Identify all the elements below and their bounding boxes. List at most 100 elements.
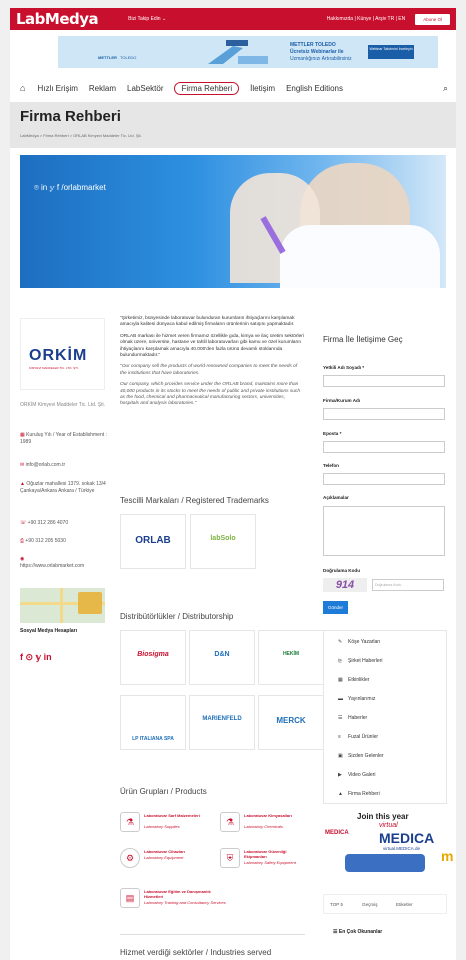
search-icon[interactable]: ⌕ [443, 83, 448, 94]
company-phone[interactable]: ☏ +90 312 286 4070 [20, 520, 108, 527]
trademark-tile[interactable]: ORLAB [120, 514, 186, 569]
nav-item-english-editions[interactable]: English Editions [286, 84, 343, 93]
distributor-tile[interactable]: LP ITALIANA SPA [120, 695, 186, 750]
breadcrumb[interactable]: LabMedya > Firma Rehberi > ORLAB Kimyevi… [20, 133, 142, 138]
nav-item-labsektor[interactable]: LabSektör [127, 84, 163, 93]
main-nav: ⌂ Hızlı Erişim Reklam LabSektör Firma Re… [10, 74, 456, 102]
company-logo-subtitle: KİMYEVİ MADDELER TİC. LTD. ŞTİ. [29, 366, 79, 370]
medica-ad-line2: virtual [379, 822, 398, 829]
nav-item-ads[interactable]: Reklam [89, 84, 116, 93]
product-name-tr: Laboratuvar Güvenliği Ekipmanları [244, 849, 287, 859]
menu-item-label: Yayınlarımız [348, 696, 376, 702]
company-phone-text[interactable]: +90 312 286 4070 [28, 520, 68, 526]
home-icon[interactable]: ⌂ [20, 83, 25, 93]
trademark-tile[interactable]: labSolo [190, 514, 256, 569]
safety-icon: ⛨ [220, 848, 240, 868]
distributor-tile[interactable]: MERCK [258, 695, 324, 750]
menu-item-publications[interactable]: ▬ Yayınlarımız [338, 696, 375, 702]
description-en-2: Our company, which provides service unde… [120, 382, 300, 407]
submit-button[interactable]: Gönder [323, 601, 348, 614]
menu-item-video-gallery[interactable]: ▶ Video Galeri [338, 772, 375, 778]
list-icon: ≡ [338, 734, 341, 740]
tab-top5[interactable]: TOP 5 [330, 902, 343, 907]
menu-item-products[interactable]: ≡ Fuzal Ürünler [338, 734, 378, 740]
ad-brand-2: TOLEDO [120, 55, 137, 60]
menu-item-events[interactable]: ▦ Etkinlikler [338, 677, 369, 683]
banner-ad[interactable]: METTLER TOLEDO METTLER TOLEDO Ücretsiz W… [58, 36, 438, 68]
newspaper-icon: ☰ [338, 715, 343, 721]
subscribe-button[interactable]: Abone Ol [415, 13, 450, 25]
medica-ad-line1: Join this year [357, 812, 409, 821]
ad-brand-1: METTLER [98, 55, 117, 60]
contact-form-title: Firma İle İletişime Geç [323, 335, 403, 344]
menu-item-submissions[interactable]: ▣ Sizden Gelenler [338, 753, 384, 759]
notes-label: Açıklamalar [323, 495, 349, 500]
page-header: Firma Rehberi LabMedya > Firma Rehberi >… [10, 102, 456, 148]
company-map[interactable] [20, 588, 105, 623]
menu-item-columnists[interactable]: ✎ Köşe Yazarları [338, 639, 380, 645]
email-label: Eposta * [323, 431, 342, 436]
distributor-name: LP ITALIANA SPA [132, 736, 174, 742]
distributor-name: D&N [214, 651, 230, 658]
phone-icon: ☏ [20, 520, 28, 526]
name-input[interactable] [323, 375, 445, 387]
notes-textarea[interactable] [323, 506, 445, 556]
company-logo: ORKİM KİMYEVİ MADDELER TİC. LTD. ŞTİ. [20, 318, 105, 390]
company-label: Firma/Kurum Adı [323, 398, 361, 403]
nav-item-quick-access[interactable]: Hızlı Erişim [37, 84, 77, 93]
company-input[interactable] [323, 408, 445, 420]
medica-ad-brand: MEDICA [325, 830, 349, 836]
product-group[interactable]: ⚗ Laboratuvar Sarf Malzemeleri Laboratory … [120, 812, 207, 834]
menu-item-label: Şirket Haberleri [348, 658, 383, 664]
product-name-tr: Laboratuvar Eğitim ve Danışmanlık Hizmet… [144, 889, 211, 899]
product-group[interactable]: ▤ Laboratuvar Eğitim ve Danışmanlık Hizme… [120, 888, 230, 910]
social-icons[interactable]: f ⊙ 𝕪 in [20, 653, 108, 662]
menu-item-news[interactable]: ☰ Haberler [338, 715, 367, 721]
inbox-icon: ▣ [338, 753, 343, 759]
distributor-tile[interactable]: D&N [189, 630, 255, 685]
distributor-tile[interactable]: HEKİM [258, 630, 324, 685]
industries-heading: Hizmet verdiği sektörler / Industries se… [120, 948, 272, 957]
product-group[interactable]: ⚗ Laboratuvar Kimyasalları Laboratory Chem… [220, 812, 307, 834]
product-name-en: Laboratory Supplies [144, 824, 180, 829]
nav-item-contact[interactable]: İletişim [250, 84, 275, 93]
side-menu: ✎ Köşe Yazarları ⊵ Şirket Haberleri ▦ Etkin… [323, 630, 447, 804]
company-website-text[interactable]: https://www.orlabmarket.com [20, 563, 84, 569]
medica-ad[interactable]: MEDICA Join this year virtual MEDICA vir… [323, 810, 455, 876]
product-name-tr: Laboratuvar Cihazları [144, 849, 185, 854]
distributor-tile[interactable]: MARIENFELD [189, 695, 255, 750]
phone-input[interactable] [323, 473, 445, 485]
chart-icon: ⊵ [338, 658, 343, 664]
medica-ad-line4: virtual.MEDICA.de [383, 846, 421, 851]
menu-item-label: Firma Rehberi [348, 791, 380, 797]
menu-item-label: Haberler [348, 715, 368, 721]
captcha-input[interactable]: Doğrulama Kodu [372, 579, 444, 591]
banner-social-handle[interactable]: ⌾ in 𝕪 f /orlabmarket [34, 183, 106, 193]
tab-tags[interactable]: Etiketler [396, 902, 413, 907]
menu-item-company-news[interactable]: ⊵ Şirket Haberleri [338, 658, 382, 664]
ad-cta-button[interactable]: Webinar Takvimini İnceleyin [368, 45, 414, 59]
training-icon: ▤ [120, 888, 140, 908]
trademarks-heading: Tescilli Markaları / Registered Trademar… [120, 496, 269, 505]
medica-m-icon: m [441, 848, 454, 864]
trademark-name: ORLAB [135, 535, 171, 546]
distributor-tile[interactable]: Biosigma [120, 630, 186, 685]
tab-history[interactable]: Geçmiş [362, 902, 378, 907]
top-links[interactable]: Hakkımızda | Künye | Arşiv TR | EN [327, 16, 406, 22]
company-website[interactable]: ◉ https://www.orlabmarket.com [20, 556, 108, 570]
map-marker-icon [78, 592, 102, 614]
company-email-text[interactable]: info@orlab.com.tr [26, 462, 66, 468]
follow-us-dropdown[interactable]: Bizi Takip Edin ⌄ [128, 16, 166, 22]
company-email[interactable]: ✉ info@orlab.com.tr [20, 462, 108, 469]
menu-item-company-directory[interactable]: ▲ Firma Rehberi [338, 791, 380, 797]
product-group[interactable]: ⛨ Laboratuvar Güvenliği Ekipmanları Labora… [220, 848, 307, 870]
calendar-icon: ▦ [338, 677, 343, 683]
menu-item-label: Sizden Gelenler [348, 753, 384, 759]
site-logo[interactable]: LabMedya [16, 10, 99, 28]
distributor-name: MARIENFELD [202, 716, 242, 722]
email-input[interactable] [323, 441, 445, 453]
product-group[interactable]: ⚙ Laboratuvar Cihazları Laboratory Equipme… [120, 848, 207, 870]
page-title: Firma Rehberi [20, 108, 121, 125]
nav-item-company-directory[interactable]: Firma Rehberi [174, 81, 240, 95]
company-address-text: Oğuzlar mahallesi 1379. sokak 13/4 Çanka… [20, 481, 106, 494]
